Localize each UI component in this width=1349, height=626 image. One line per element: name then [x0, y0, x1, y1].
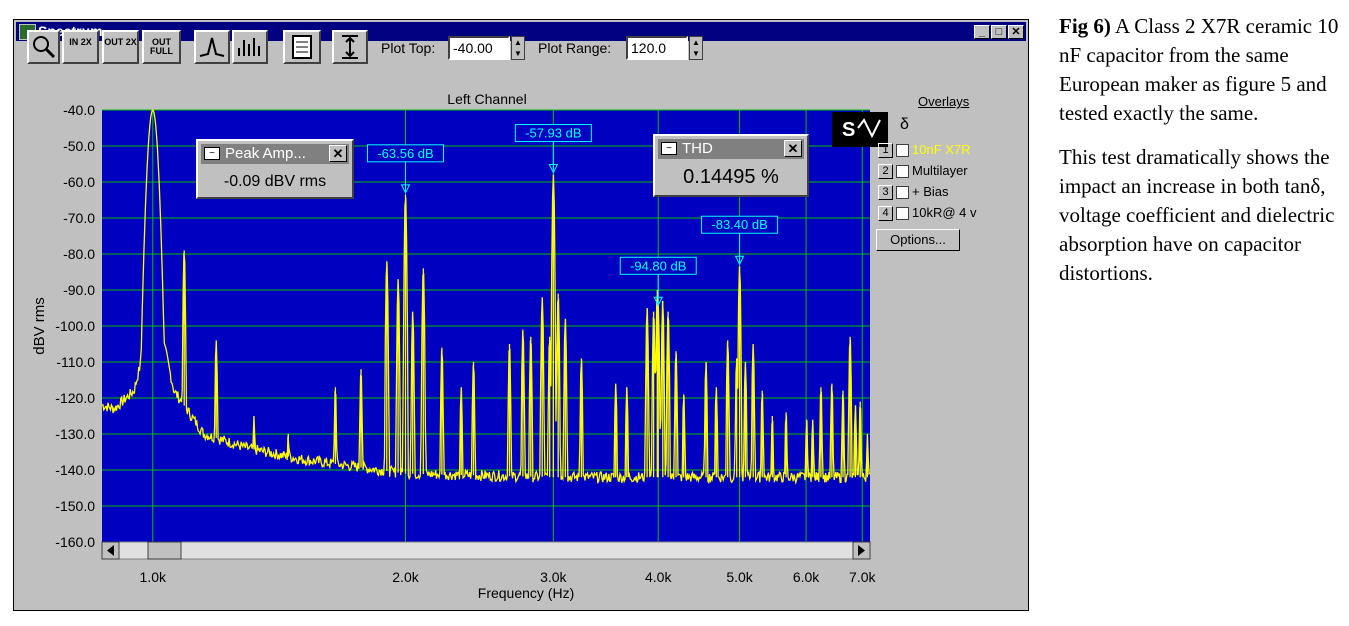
x-tick-label: 6.0k [793, 569, 820, 585]
overlay-item-1[interactable]: 1 10nF X7R [878, 141, 971, 159]
y-tick-labels: -40.0 -50.0 -60.0 -70.0 -80.0 -90.0 -100.0 -110… [55, 102, 95, 550]
overlay-item-2[interactable]: 2 Multilayer [878, 162, 968, 180]
peak-amp-title-text: Peak Amp... [225, 145, 306, 162]
peak-amp-close-button[interactable]: ✕ [329, 145, 347, 162]
x-tick-labels: 1.0k 2.0k 3.0k 4.0k 5.0k 6.0k 7.0k [140, 569, 877, 585]
y-tick-label: -160.0 [55, 534, 95, 550]
overlay-item-4[interactable]: 4 10kR@ 4 v [878, 204, 977, 222]
y-tick-label: -150.0 [55, 498, 95, 514]
thd-value: 0.14495 % [683, 166, 779, 188]
y-tick-label: -120.0 [55, 390, 95, 406]
y-axis-label: dBV rms [31, 297, 48, 355]
y-tick-label: -80.0 [63, 246, 95, 262]
wave-icon: ~ [661, 142, 677, 155]
marker-label: -83.40 dB [711, 217, 767, 232]
overlay-label: 10kR@ 4 v [912, 205, 977, 220]
caption-paragraph-2: This test dramatically shows the impact … [1059, 145, 1335, 285]
peak-amp-title[interactable]: Peak Amp... [201, 144, 349, 164]
chart-title: Left Channel [447, 91, 526, 107]
marker-label: -63.56 dB [377, 146, 433, 161]
y-tick-label: -60.0 [63, 174, 95, 190]
overlay-item-3[interactable]: 3 + Bias [878, 183, 949, 201]
y-tick-label: -110.0 [56, 354, 95, 370]
y-tick-label: -140.0 [55, 462, 95, 478]
overlay-s-glyph: S [842, 119, 855, 141]
horizontal-scrollbar[interactable] [101, 541, 871, 560]
overlay-checkbox[interactable] [896, 165, 909, 179]
overlay-checkbox[interactable] [896, 144, 909, 158]
x-tick-label: 7.0k [849, 569, 876, 585]
x-axis-label: Frequency (Hz) [478, 585, 574, 601]
thd-title-text: THD [682, 140, 713, 157]
thd-panel[interactable]: THD ~ ✕ 0.14495 % [653, 134, 809, 197]
x-tick-label: 4.0k [645, 569, 672, 585]
y-tick-label: -100.0 [55, 318, 95, 334]
figure-caption: Fig 6) A Class 2 X7R ceramic 10 nF capac… [1059, 12, 1343, 303]
thd-close-button[interactable]: ✕ [784, 140, 802, 157]
y-tick-label: -50.0 [63, 138, 95, 154]
options-button[interactable]: Options... [876, 229, 960, 251]
overlay-number[interactable]: 3 [878, 185, 893, 201]
y-tick-label: -130.0 [55, 426, 95, 442]
overlay-number[interactable]: 4 [878, 206, 893, 222]
overlay-number[interactable]: 1 [878, 143, 893, 159]
delta-glyph: δ [900, 116, 909, 133]
peak-amp-panel[interactable]: Peak Amp... ~ ✕ -0.09 dBV rms [196, 139, 354, 199]
x-tick-label: 2.0k [392, 569, 419, 585]
y-tick-label: -70.0 [63, 210, 95, 226]
wave-icon: ~ [204, 147, 220, 160]
thd-title[interactable]: THD [658, 139, 804, 159]
peak-amp-value: -0.09 dBV rms [223, 173, 327, 190]
overlay-number[interactable]: 2 [878, 164, 893, 180]
overlay-label: 10nF X7R [912, 142, 971, 157]
caption-fig-label: Fig 6) [1059, 14, 1111, 38]
scroll-thumb[interactable] [147, 541, 182, 560]
x-tick-label: 5.0k [726, 569, 753, 585]
caption-paragraph-1: Fig 6) A Class 2 X7R ceramic 10 nF capac… [1059, 12, 1343, 128]
x-tick-label: 3.0k [540, 569, 567, 585]
overlay-checkbox[interactable] [896, 186, 909, 200]
overlays-header[interactable]: Overlays [918, 94, 969, 109]
y-tick-label: -40.0 [63, 102, 95, 118]
x-tick-label: 1.0k [140, 569, 167, 585]
marker-label: -57.93 dB [525, 126, 581, 141]
overlay-checkbox[interactable] [896, 207, 909, 221]
overlay-label: + Bias [912, 184, 949, 199]
marker-label: -94.80 dB [630, 258, 686, 273]
overlay-label: Multilayer [912, 163, 968, 178]
y-tick-label: -90.0 [63, 282, 95, 298]
